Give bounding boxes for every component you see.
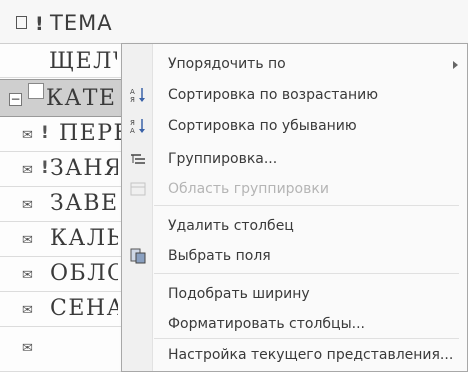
reply-icon: ✉: [22, 268, 33, 283]
menu-item-sort-descending[interactable]: Я A Сортировка по убыванию: [122, 112, 467, 140]
reply-icon: ✉: [22, 303, 33, 318]
menu-item-label: Сортировка по убыванию: [168, 118, 357, 134]
menu-item-label: Форматировать столбцы...: [168, 316, 365, 332]
list-item-subject: ЗАНЯТ: [50, 156, 118, 181]
sort-ascending-icon: A Я: [130, 88, 145, 104]
menu-separator: [154, 338, 459, 339]
group-by-icon: [131, 154, 145, 164]
list-item-subject: ПЕРЕ: [59, 121, 127, 146]
reply-icon: ✉: [22, 163, 33, 178]
category-label: КАТЕГ: [46, 86, 114, 111]
menu-item-arrange-by[interactable]: Упорядочить по: [122, 50, 467, 78]
menu-item-sort-ascending[interactable]: A Я Сортировка по возрастанию: [122, 81, 467, 109]
menu-item-label: Настройка текущего представления...: [168, 347, 454, 363]
menu-item-format-columns[interactable]: Форматировать столбцы...: [122, 310, 467, 338]
reply-icon: ✉: [22, 341, 33, 356]
subject-column-header[interactable]: ТЕМА: [50, 11, 113, 35]
menu-item-group-area[interactable]: Область группировки: [122, 175, 467, 203]
group-area-icon: [130, 182, 146, 196]
menu-item-label: Упорядочить по: [168, 56, 286, 72]
svg-text:Я: Я: [130, 119, 135, 127]
menu-item-best-fit[interactable]: Подобрать ширину: [122, 280, 467, 308]
list-item-subject: КАЛЫГ: [50, 226, 118, 251]
menu-item-field-chooser[interactable]: Выбрать поля: [122, 242, 467, 270]
field-chooser-icon: [130, 248, 146, 264]
column-context-menu: Упорядочить по A Я Сортировка по возраст…: [121, 43, 468, 372]
menu-item-view-settings[interactable]: Настройка текущего представления...: [122, 341, 467, 369]
column-header-row[interactable]: ! ТЕМА: [0, 0, 468, 44]
importance-icon: !: [41, 123, 49, 143]
list-item-subject: ОБЛОЖ: [50, 261, 118, 286]
menu-item-label: Группировка...: [168, 151, 278, 167]
list-item-subject: ЩЕЛЧО: [49, 49, 117, 74]
category-checkbox[interactable]: [28, 83, 44, 99]
menu-separator: [154, 205, 459, 206]
svg-text:A: A: [130, 127, 135, 135]
document-icon[interactable]: [16, 16, 27, 29]
menu-item-remove-column[interactable]: Удалить столбец: [122, 212, 467, 240]
menu-item-label: Сортировка по возрастанию: [168, 87, 379, 103]
reply-icon: ✉: [22, 233, 33, 248]
menu-item-label: Подобрать ширину: [168, 286, 310, 302]
list-item-subject: СЕНАТ: [50, 296, 118, 321]
menu-item-label: Выбрать поля: [168, 248, 271, 264]
menu-item-label: Область группировки: [168, 181, 329, 197]
submenu-arrow-icon: [453, 61, 458, 69]
sort-descending-icon: Я A: [130, 119, 145, 135]
menu-separator: [154, 273, 459, 274]
svg-text:Я: Я: [130, 96, 135, 104]
reply-icon: ✉: [22, 128, 33, 143]
menu-item-group-by[interactable]: Группировка...: [122, 145, 467, 173]
collapse-icon[interactable]: −: [9, 93, 22, 106]
svg-text:A: A: [130, 88, 135, 96]
menu-item-label: Удалить столбец: [168, 218, 294, 234]
reply-icon: ✉: [22, 198, 33, 213]
list-item-subject: ЗАВЕР: [50, 191, 118, 216]
importance-column-header[interactable]: !: [35, 13, 44, 35]
importance-icon: !: [41, 158, 49, 178]
